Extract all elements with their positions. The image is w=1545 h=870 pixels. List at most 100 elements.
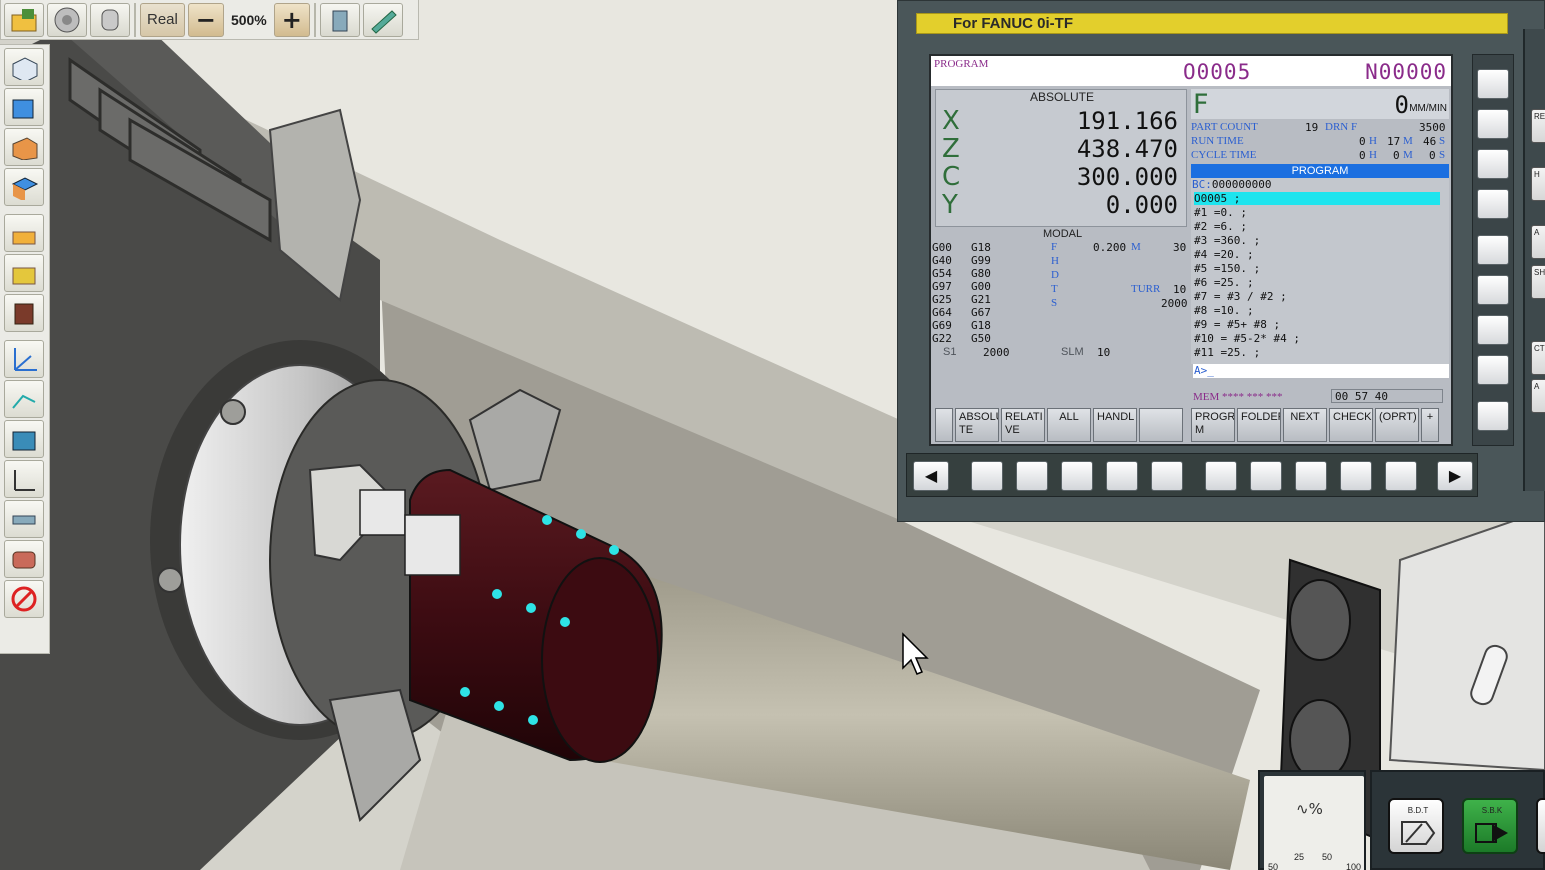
softkey-button[interactable] bbox=[1340, 461, 1372, 491]
axes-button[interactable] bbox=[4, 340, 44, 378]
softkey-relative[interactable]: RELATI VE bbox=[1001, 408, 1045, 442]
softkey-next[interactable]: NEXT bbox=[1283, 408, 1327, 442]
run-time-minutes: 17 bbox=[1387, 135, 1401, 148]
unit-seconds: S bbox=[1439, 135, 1446, 147]
gcode: G54 bbox=[932, 267, 952, 280]
softkey-left-arrow[interactable]: ◀ bbox=[913, 461, 949, 491]
softkey-blank[interactable] bbox=[1139, 408, 1183, 442]
softkey-check[interactable]: CHECK bbox=[1329, 408, 1373, 442]
softkey-folder[interactable]: FOLDER bbox=[1237, 408, 1281, 442]
side-key[interactable] bbox=[1477, 69, 1509, 99]
softkey-all[interactable]: ALL bbox=[1047, 408, 1091, 442]
program-line[interactable]: #11 =25. ; bbox=[1194, 346, 1260, 359]
side-key[interactable] bbox=[1477, 189, 1509, 219]
tool-library-button[interactable] bbox=[47, 2, 87, 37]
view-front-button[interactable] bbox=[4, 88, 44, 126]
axis-name: C bbox=[942, 162, 961, 192]
cycle-time-label: CYCLE TIME bbox=[1191, 149, 1257, 161]
program-line[interactable]: #8 =10. ; bbox=[1194, 304, 1254, 317]
counters: PART COUNT 19 DRN F 3500 RUN TIME 0 H 17… bbox=[1191, 121, 1449, 165]
zoom-in-button[interactable]: + bbox=[273, 2, 310, 37]
softkey-return[interactable] bbox=[935, 408, 953, 442]
softkey-right-arrow[interactable]: ▶ bbox=[1437, 461, 1473, 491]
program-listing[interactable]: BC:000000000 O0005 ; #1 =0. ; #2 =6. ; #… bbox=[1191, 178, 1449, 364]
program-line[interactable]: #5 =150. ; bbox=[1194, 262, 1260, 275]
softkey-button[interactable] bbox=[1061, 461, 1093, 491]
hide-collisions-button[interactable] bbox=[4, 580, 44, 618]
axis-name: Y bbox=[942, 190, 958, 220]
program-line[interactable]: #1 =0. ; bbox=[1194, 206, 1247, 219]
sbk-label: S.B.K bbox=[1481, 806, 1503, 815]
edge-button[interactable]: H bbox=[1531, 167, 1545, 201]
softkey-continue[interactable]: + bbox=[1421, 408, 1439, 442]
stock-view-button[interactable] bbox=[4, 294, 44, 332]
side-key[interactable] bbox=[1477, 315, 1509, 345]
view-iso-button[interactable] bbox=[4, 48, 44, 86]
program-line[interactable]: #10 = #5-2* #4 ; bbox=[1194, 332, 1300, 345]
side-key[interactable] bbox=[1477, 235, 1509, 265]
softkey-button[interactable] bbox=[971, 461, 1003, 491]
edge-button[interactable]: A bbox=[1531, 379, 1545, 413]
softkey-button[interactable] bbox=[1250, 461, 1282, 491]
machine-icon bbox=[12, 231, 36, 245]
block-delete-button[interactable]: B.D.T bbox=[1388, 798, 1444, 854]
softkey-absolute[interactable]: ABSOLU TE bbox=[955, 408, 999, 442]
edge-button[interactable]: A bbox=[1531, 225, 1545, 259]
lathe-setup-button[interactable] bbox=[4, 500, 44, 538]
view-top-button[interactable] bbox=[4, 168, 44, 206]
softkey-button[interactable] bbox=[1016, 461, 1048, 491]
program-line-selected[interactable]: O0005 ; bbox=[1194, 192, 1440, 205]
workpiece-button[interactable] bbox=[4, 540, 44, 578]
softkey-operation[interactable]: (OPRT) bbox=[1375, 408, 1419, 442]
coordinate-button[interactable] bbox=[4, 460, 44, 498]
drn-value: 3500 bbox=[1419, 121, 1446, 134]
gcode: G80 bbox=[971, 267, 991, 280]
operator-keys-panel: B.D.T S.B.K bbox=[1370, 770, 1545, 870]
real-mode-label[interactable]: Real bbox=[140, 2, 185, 37]
toolbar-separator bbox=[134, 2, 136, 37]
single-block-icon bbox=[1475, 823, 1508, 843]
side-key[interactable] bbox=[1477, 275, 1509, 305]
softkey-button[interactable] bbox=[1106, 461, 1138, 491]
gcode: G97 bbox=[932, 280, 952, 293]
side-key[interactable] bbox=[1477, 355, 1509, 385]
tool-view-button[interactable] bbox=[4, 254, 44, 292]
program-line[interactable]: #4 =20. ; bbox=[1194, 248, 1254, 261]
side-key[interactable] bbox=[1477, 109, 1509, 139]
edge-button[interactable]: RE bbox=[1531, 109, 1545, 143]
operator-key-partial[interactable] bbox=[1536, 798, 1545, 854]
view-side-button[interactable] bbox=[4, 128, 44, 166]
unit-hours: H bbox=[1369, 149, 1377, 161]
program-line[interactable]: #9 = #5+ #8 ; bbox=[1194, 318, 1280, 331]
machine-view-button[interactable] bbox=[4, 214, 44, 252]
part-count-label: PART COUNT bbox=[1191, 121, 1258, 133]
feed-override-dial[interactable]: ∿% 50 25 50 100 bbox=[1264, 776, 1364, 870]
program-line[interactable]: #2 =6. ; bbox=[1194, 220, 1247, 233]
measure-button[interactable] bbox=[362, 2, 403, 37]
program-line[interactable]: #3 =360. ; bbox=[1194, 234, 1260, 247]
softkey-button[interactable] bbox=[1385, 461, 1417, 491]
softkey-button[interactable] bbox=[1205, 461, 1237, 491]
program-line[interactable]: #6 =25. ; bbox=[1194, 276, 1254, 289]
softkey-handle[interactable]: HANDL bbox=[1093, 408, 1137, 442]
axis-value: 191.166 bbox=[1076, 107, 1178, 135]
edge-button[interactable]: CT bbox=[1531, 341, 1545, 375]
chuck-door-button[interactable] bbox=[319, 2, 360, 37]
softkey-program[interactable]: PROGRA M bbox=[1191, 408, 1235, 442]
softkey-button[interactable] bbox=[1295, 461, 1327, 491]
program-line[interactable]: #7 = #3 / #2 ; bbox=[1194, 290, 1287, 303]
gcode: G25 bbox=[932, 293, 952, 306]
softkey-button[interactable] bbox=[1151, 461, 1183, 491]
single-block-button[interactable]: S.B.K bbox=[1462, 798, 1518, 854]
side-key[interactable] bbox=[1477, 149, 1509, 179]
section-view-button[interactable] bbox=[4, 420, 44, 458]
input-prompt[interactable]: A>_ bbox=[1193, 364, 1449, 378]
side-key[interactable] bbox=[1477, 401, 1509, 431]
stock-setup-button[interactable] bbox=[90, 2, 130, 37]
edge-button[interactable]: SH bbox=[1531, 265, 1545, 299]
gear-icon bbox=[54, 7, 80, 32]
feed-override-panel: ∿% 50 25 50 100 bbox=[1258, 770, 1366, 870]
open-folder-button[interactable] bbox=[4, 2, 44, 37]
zoom-out-button[interactable]: − bbox=[187, 2, 224, 37]
toolpath-button[interactable] bbox=[4, 380, 44, 418]
